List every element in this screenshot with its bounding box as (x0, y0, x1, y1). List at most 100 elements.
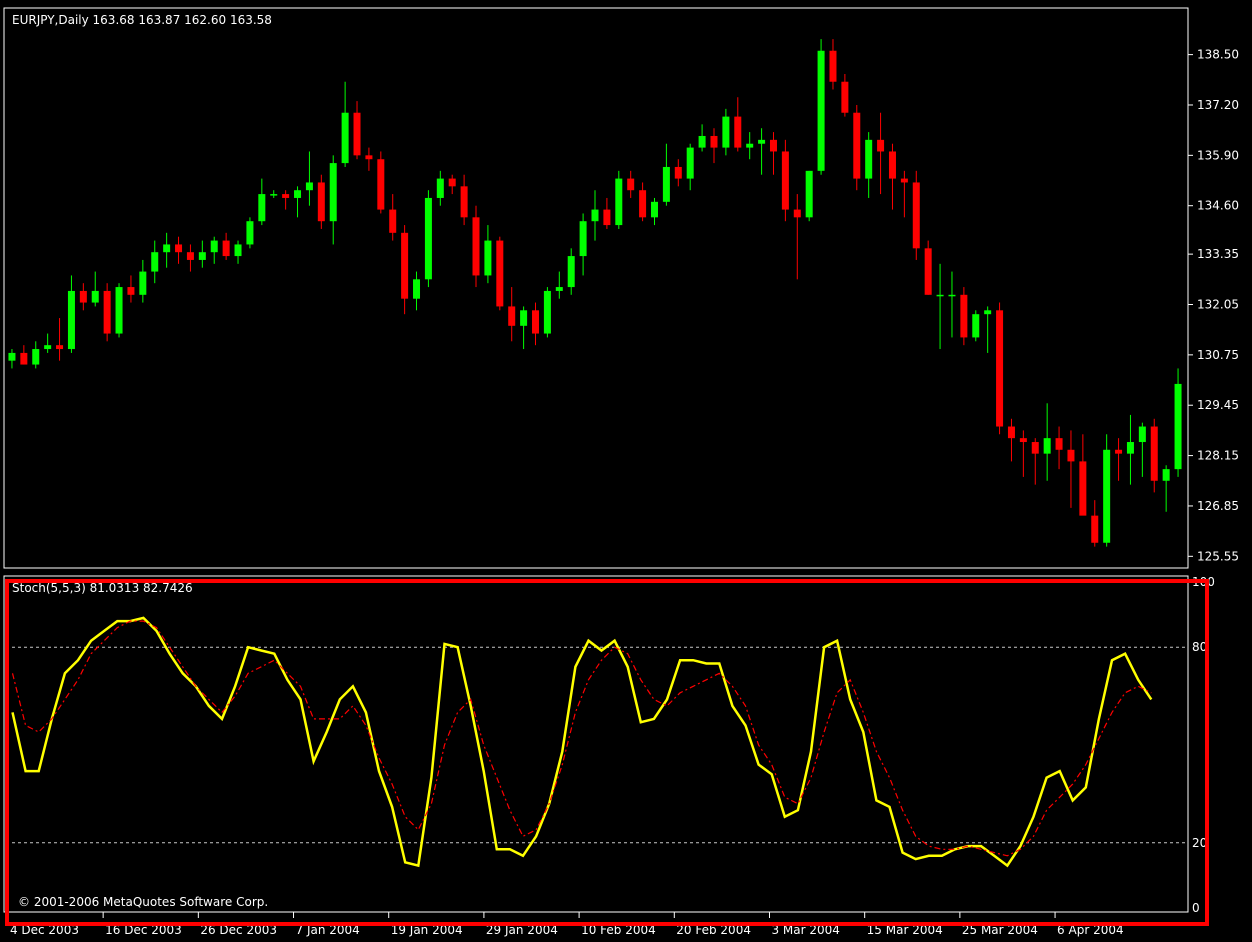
candle-body (484, 240, 492, 276)
candle-body (532, 310, 540, 334)
candle-body (472, 217, 480, 276)
price-tick-label: 128.15 (1197, 449, 1239, 463)
candle-body (877, 139, 885, 152)
candle-body (1031, 442, 1039, 454)
candle-body (579, 221, 587, 257)
candle-body (210, 240, 218, 253)
candle-body (996, 310, 1004, 427)
candle-body (139, 271, 147, 295)
candle-body (1043, 438, 1051, 454)
candle-body (662, 166, 670, 202)
candle-body (1162, 469, 1170, 481)
candle-body (829, 50, 837, 82)
candle-body (1091, 515, 1099, 543)
candle-body (317, 182, 325, 222)
candle-body (163, 244, 171, 253)
candle-body (555, 287, 563, 291)
candle-body (127, 287, 135, 295)
price-tick-label: 126.85 (1197, 499, 1239, 513)
candle-body (329, 163, 337, 222)
candle-body (805, 170, 813, 218)
candle-body (91, 290, 99, 303)
candle-body (436, 178, 444, 198)
candle-body (793, 209, 801, 218)
candle-body (1115, 449, 1123, 454)
candle-body (294, 190, 302, 198)
candle-body (639, 190, 647, 218)
candle-body (8, 352, 16, 361)
candle-body (270, 194, 278, 196)
candle-body (781, 151, 789, 210)
candle-body (627, 178, 635, 191)
candle-body (377, 159, 385, 210)
price-tick-label: 133.35 (1197, 247, 1239, 261)
candle-body (32, 349, 40, 365)
candle-body (758, 139, 766, 144)
candle-body (615, 178, 623, 226)
candle-body (1174, 383, 1182, 470)
candle-body (591, 209, 599, 222)
candle-body (520, 310, 528, 326)
candle-body (948, 294, 956, 297)
candle-body (900, 178, 908, 183)
candle-body (1055, 438, 1063, 450)
candle-body (722, 116, 730, 148)
candle-body (222, 240, 230, 257)
candle-body (44, 345, 52, 350)
indicator-title: Stoch(5,5,3) 81.0313 82.7426 (12, 581, 193, 595)
price-tick-label: 129.45 (1197, 398, 1239, 412)
candle-body (79, 290, 87, 303)
candle-body (56, 345, 64, 350)
candle-body (984, 310, 992, 315)
candle-body (341, 112, 349, 164)
candle-body (424, 197, 432, 280)
candle-body (603, 209, 611, 226)
candle-body (936, 294, 944, 297)
stoch-tick-label: 20 (1192, 836, 1207, 850)
candle-body (282, 194, 290, 198)
candle-body (1067, 449, 1075, 462)
candle-body (567, 256, 575, 288)
candle-body (674, 166, 682, 179)
candle-body (710, 135, 718, 148)
candle-body (258, 194, 266, 222)
chart-background (0, 0, 1252, 942)
stoch-tick-label: 0 (1192, 901, 1200, 915)
candle-body (841, 81, 849, 113)
candle-body (746, 143, 754, 148)
candle-body (1126, 442, 1134, 454)
candle-body (20, 352, 28, 365)
candle-body (175, 244, 183, 253)
candle-body (865, 139, 873, 179)
candle-body (186, 252, 194, 260)
stoch-tick-label: 80 (1192, 640, 1207, 654)
candle-body (1007, 426, 1015, 439)
price-tick-label: 125.55 (1197, 549, 1239, 563)
candle-body (853, 112, 861, 179)
candle-body (888, 151, 896, 179)
symbol-title: EURJPY,Daily 163.68 163.87 162.60 163.58 (12, 13, 272, 27)
price-tick-label: 135.90 (1197, 148, 1239, 162)
candle-body (103, 290, 111, 334)
candle-body (198, 252, 206, 260)
candle-body (1138, 426, 1146, 443)
candle-body (698, 135, 706, 148)
candle-body (972, 314, 980, 338)
candle-body (912, 182, 920, 249)
candle-body (508, 306, 516, 326)
price-tick-label: 137.20 (1197, 98, 1239, 112)
candle-body (496, 240, 504, 307)
candle-body (151, 252, 159, 272)
candle-body (1019, 438, 1027, 443)
candle-body (1103, 449, 1111, 543)
candle-body (1079, 461, 1087, 516)
candle-body (1150, 426, 1158, 481)
candle-body (924, 248, 932, 295)
candle-body (543, 290, 551, 334)
candle-body (817, 50, 825, 171)
candle-body (401, 232, 409, 299)
price-tick-label: 138.50 (1197, 48, 1239, 62)
candle-body (353, 112, 361, 156)
price-tick-label: 132.05 (1197, 297, 1239, 311)
candle-body (365, 155, 373, 160)
